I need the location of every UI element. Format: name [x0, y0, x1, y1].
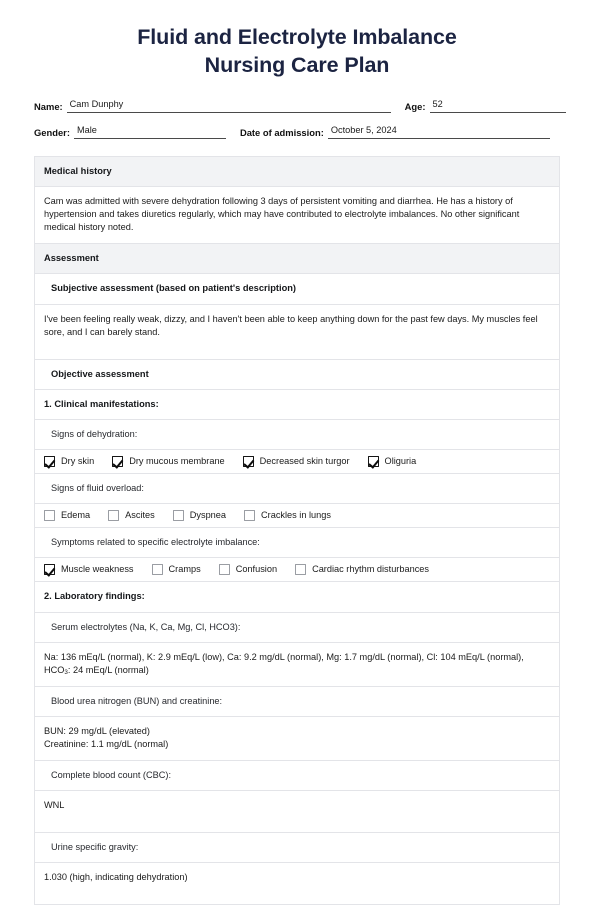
checkbox-oliguria[interactable]: Oliguria: [367, 456, 417, 468]
checkbox-icon[interactable]: [367, 456, 379, 468]
checkbox-cramps[interactable]: Cramps: [151, 564, 201, 576]
checkbox-label: Decreased skin turgor: [259, 456, 350, 467]
checkbox-label: Confusion: [235, 564, 278, 575]
checkbox-icon[interactable]: [44, 564, 55, 576]
page-title: Fluid and Electrolyte Imbalance Nursing …: [0, 0, 594, 80]
age-label: Age:: [404, 100, 426, 112]
checkbox-label: Cardiac rhythm disturbances: [312, 564, 429, 575]
checkbox-dry-skin[interactable]: Dry skin: [44, 456, 95, 468]
serum-value-text-part2: : 24 mEq/L (normal): [67, 664, 149, 675]
medical-history-text: Cam was admitted with severe dehydration…: [35, 187, 559, 245]
creatinine-value-line: Creatinine: 1.1 mg/dL (normal): [44, 738, 169, 749]
checkbox-label: Cramps: [168, 564, 201, 575]
checkbox-icon[interactable]: [44, 456, 55, 468]
gender-field[interactable]: Male: [73, 124, 226, 139]
checkbox-group-electrolyte-symptoms: Muscle weakness Cramps Confusion Cardiac…: [35, 558, 559, 583]
label-signs-of-dehydration: Signs of dehydration:: [35, 420, 559, 451]
checkbox-confusion[interactable]: Confusion: [218, 564, 278, 576]
checkbox-dyspnea[interactable]: Dyspnea: [172, 510, 227, 522]
checkbox-label: Dry mucous membrane: [129, 456, 225, 467]
checkbox-label: Ascites: [125, 510, 155, 521]
subsection-header-clinical-manifestations: 1. Clinical manifestations:: [35, 389, 559, 421]
title-line-1: Fluid and Electrolyte Imbalance: [137, 25, 457, 49]
subsection-header-objective-assessment: Objective assessment: [35, 359, 559, 390]
checkbox-icon[interactable]: [218, 564, 230, 576]
checkbox-label: Dyspnea: [189, 510, 227, 521]
checkbox-icon[interactable]: [244, 510, 256, 522]
checkbox-label: Oliguria: [384, 456, 417, 467]
name-label: Name:: [34, 100, 63, 112]
checkbox-cardiac-rhythm-disturbances[interactable]: Cardiac rhythm disturbances: [295, 564, 429, 576]
subsection-header-subjective-assessment: Subjective assessment (based on patient'…: [35, 274, 559, 305]
checkbox-muscle-weakness[interactable]: Muscle weakness: [44, 564, 134, 576]
admission-date-field[interactable]: October 5, 2024: [327, 124, 550, 139]
serum-electrolytes-value: Na: 136 mEq/L (normal), K: 2.9 mEq/L (lo…: [35, 642, 559, 687]
checkbox-icon[interactable]: [108, 510, 120, 522]
subsection-header-laboratory-findings: 2. Laboratory findings:: [35, 582, 559, 613]
section-header-assessment: Assessment: [35, 244, 559, 275]
checkbox-label: Muscle weakness: [61, 564, 134, 575]
patient-info-fields: Name: Cam Dunphy Age: 52 Gender: Male Da…: [0, 98, 594, 139]
checkbox-icon[interactable]: [44, 510, 55, 522]
checkbox-icon[interactable]: [151, 564, 163, 576]
care-plan-table: Medical history Cam was admitted with se…: [34, 155, 560, 905]
checkbox-dry-mucous-membrane[interactable]: Dry mucous membrane: [112, 456, 225, 468]
checkbox-icon[interactable]: [295, 564, 307, 576]
label-signs-of-fluid-overload: Signs of fluid overload:: [35, 474, 559, 505]
checkbox-decreased-skin-turgor[interactable]: Decreased skin turgor: [242, 456, 350, 468]
patient-row-gender-admission: Gender: Male Date of admission: October …: [34, 124, 560, 139]
document-page: Fluid and Electrolyte Imbalance Nursing …: [0, 0, 594, 905]
label-serum-electrolytes: Serum electrolytes (Na, K, Ca, Mg, Cl, H…: [35, 612, 559, 643]
bun-creatinine-value: BUN: 29 mg/dL (elevated) Creatinine: 1.1…: [35, 716, 559, 761]
label-urine-specific-gravity: Urine specific gravity:: [35, 833, 559, 864]
checkbox-crackles-in-lungs[interactable]: Crackles in lungs: [244, 510, 331, 522]
checkbox-group-fluid-overload: Edema Ascites Dyspnea Crackles in lungs: [35, 504, 559, 529]
checkbox-icon[interactable]: [242, 456, 254, 468]
cbc-value: WNL: [35, 790, 559, 833]
checkbox-label: Crackles in lungs: [261, 510, 331, 521]
patient-row-name-age: Name: Cam Dunphy Age: 52: [34, 98, 566, 113]
subjective-assessment-text: I've been feeling really weak, dizzy, an…: [35, 304, 559, 360]
gender-label: Gender:: [34, 126, 70, 138]
label-bun-creatinine: Blood urea nitrogen (BUN) and creatinine…: [35, 686, 559, 717]
checkbox-ascites[interactable]: Ascites: [108, 510, 155, 522]
checkbox-label: Dry skin: [61, 456, 95, 467]
admission-date-label: Date of admission:: [239, 126, 324, 138]
checkbox-label: Edema: [61, 510, 91, 521]
checkbox-edema[interactable]: Edema: [44, 510, 91, 522]
age-field[interactable]: 52: [429, 98, 566, 113]
urine-specific-gravity-value: 1.030 (high, indicating dehydration): [35, 863, 559, 905]
title-line-2: Nursing Care Plan: [204, 52, 390, 77]
section-header-medical-history: Medical history: [35, 156, 559, 188]
checkbox-group-dehydration: Dry skin Dry mucous membrane Decreased s…: [35, 450, 559, 475]
label-complete-blood-count: Complete blood count (CBC):: [35, 760, 559, 791]
checkbox-icon[interactable]: [172, 510, 184, 522]
label-electrolyte-symptoms: Symptoms related to specific electrolyte…: [35, 528, 559, 559]
checkbox-icon[interactable]: [112, 456, 124, 468]
serum-value-subscript: 3: [64, 669, 68, 677]
bun-value-line: BUN: 29 mg/dL (elevated): [44, 725, 150, 736]
name-field[interactable]: Cam Dunphy: [66, 98, 391, 113]
